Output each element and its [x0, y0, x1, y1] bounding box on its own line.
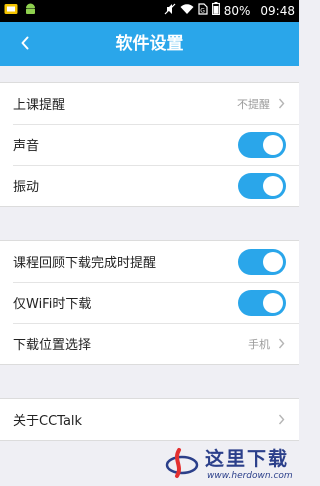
android-icon — [24, 0, 37, 22]
toggle-knob — [263, 292, 283, 313]
watermark-text: 这里下载 — [205, 448, 290, 470]
toggle-knob — [263, 251, 283, 272]
app-bar: 软件设置 — [0, 22, 299, 66]
mute-icon — [164, 0, 176, 22]
wifi-only-download-label: 仅WiFi时下载 — [13, 297, 92, 312]
wifi-only-download-toggle[interactable] — [238, 289, 286, 316]
wifi-icon — [180, 0, 194, 22]
download-settings-group: 课程回顾下载完成时提醒 仅WiFi时下载 下载位置选择 手机 — [0, 240, 299, 365]
sound-label: 声音 — [13, 139, 40, 154]
download-complete-reminder-row: 课程回顾下载完成时提醒 — [0, 241, 299, 282]
about-cctalk-label: 关于CCTalk — [13, 414, 83, 429]
class-reminder-value: 不提醒 — [237, 97, 270, 111]
download-location-value: 手机 — [248, 337, 270, 351]
watermark-logo-icon — [163, 444, 201, 482]
app-notification-icon — [4, 0, 18, 22]
wifi-only-download-row: 仅WiFi时下载 — [0, 282, 299, 323]
svg-text:G: G — [200, 8, 205, 15]
download-location-label: 下载位置选择 — [13, 338, 92, 353]
clock: 09:48 — [260, 4, 295, 18]
toggle-knob — [263, 175, 283, 196]
vibration-row: 振动 — [0, 165, 299, 206]
watermark: 这里下载 www.herdown.com — [163, 440, 293, 484]
chevron-right-icon — [276, 414, 286, 425]
vibration-toggle[interactable] — [238, 172, 286, 199]
vibration-label: 振动 — [13, 180, 40, 195]
chevron-right-icon — [276, 338, 286, 349]
about-cctalk-row[interactable]: 关于CCTalk — [0, 399, 299, 440]
download-location-row[interactable]: 下载位置选择 手机 — [0, 323, 299, 364]
chevron-left-icon — [20, 35, 30, 54]
chevron-right-icon — [276, 98, 286, 109]
class-reminder-label: 上课提醒 — [13, 98, 66, 113]
toggle-knob — [263, 134, 283, 155]
status-bar: G 80% 09:48 — [0, 0, 299, 22]
download-complete-reminder-label: 课程回顾下载完成时提醒 — [13, 256, 157, 271]
class-reminder-row[interactable]: 上课提醒 不提醒 — [0, 83, 299, 124]
sim-icon: G — [198, 0, 208, 22]
back-button[interactable] — [10, 29, 40, 59]
watermark-url: www.herdown.com — [207, 471, 293, 481]
about-group: 关于CCTalk — [0, 398, 299, 441]
sound-toggle[interactable] — [238, 131, 286, 158]
battery-icon — [211, 0, 220, 22]
battery-percent: 80% — [223, 4, 251, 18]
sound-row: 声音 — [0, 124, 299, 165]
reminder-settings-group: 上课提醒 不提醒 声音 振动 — [0, 82, 299, 207]
download-complete-reminder-toggle[interactable] — [238, 248, 286, 275]
page-title: 软件设置 — [115, 34, 184, 54]
